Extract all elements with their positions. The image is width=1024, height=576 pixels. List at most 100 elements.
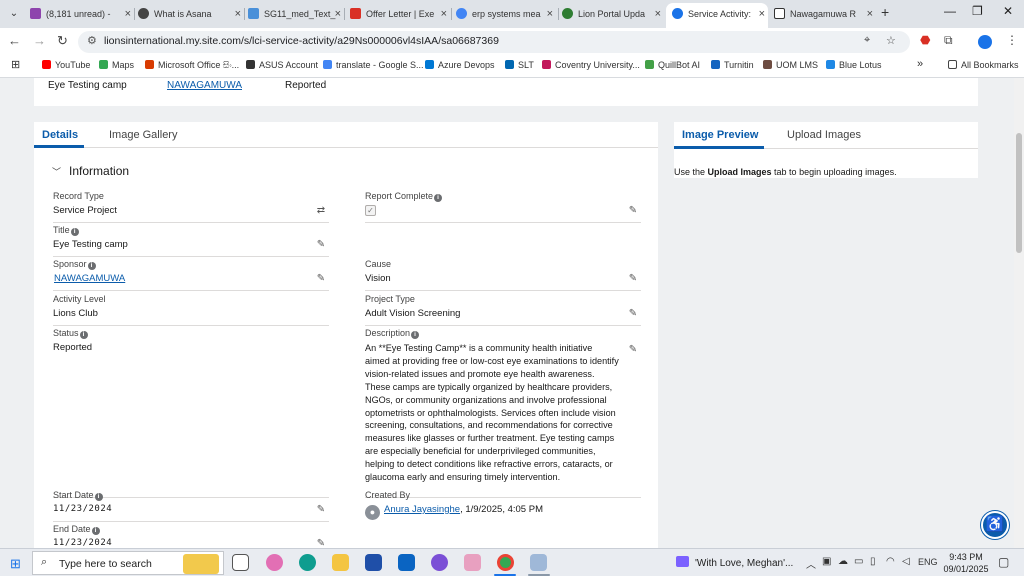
- browser-tab[interactable]: Nawagamuwa R ×: [774, 3, 876, 25]
- browser-tab[interactable]: Offer Letter | Exe ×: [350, 3, 450, 25]
- clock[interactable]: 9:43 PM 09/01/2025: [940, 551, 992, 575]
- accessibility-icon[interactable]: ♿: [981, 511, 1009, 539]
- browser-tab[interactable]: erp systems mea ×: [456, 3, 556, 25]
- bookmarks-overflow-icon[interactable]: »: [917, 58, 923, 70]
- bookmark-item[interactable]: UOM LMS: [763, 60, 818, 70]
- bookmark-item[interactable]: QuillBot AI: [645, 60, 700, 70]
- language-indicator[interactable]: ENG: [918, 557, 938, 567]
- close-window-icon[interactable]: ✕: [1003, 4, 1013, 18]
- location-icon[interactable]: ⌖: [864, 34, 870, 47]
- close-icon[interactable]: ×: [547, 3, 553, 25]
- sponsor-link[interactable]: NAWAGAMUWA: [53, 273, 329, 291]
- extension-shield-icon[interactable]: ⬣: [920, 33, 930, 47]
- notifications-icon[interactable]: ▢: [998, 555, 1009, 569]
- menu-kebab-icon[interactable]: ⋮: [1006, 33, 1018, 47]
- network-icon[interactable]: ▭: [854, 556, 863, 567]
- address-bar[interactable]: ⚙ lionsinternational.my.site.com/s/lci-s…: [78, 31, 910, 53]
- bookmark-item[interactable]: Microsoft Office සිං...: [145, 60, 239, 71]
- tab-search-button[interactable]: ⌄: [4, 4, 24, 24]
- wifi-icon[interactable]: ◠: [886, 556, 895, 567]
- close-icon[interactable]: ×: [655, 3, 661, 25]
- close-icon[interactable]: ×: [441, 3, 447, 25]
- close-icon[interactable]: ×: [125, 3, 131, 25]
- field-title: Title i Eye Testing camp ✎: [53, 225, 329, 257]
- windows-start-icon[interactable]: ⊞: [10, 556, 21, 572]
- outlook-icon[interactable]: [398, 554, 415, 571]
- profile-avatar[interactable]: [978, 35, 992, 49]
- copilot-icon[interactable]: [266, 554, 283, 571]
- edit-pencil-icon[interactable]: ✎: [315, 239, 327, 251]
- bookmark-item[interactable]: ASUS Account: [246, 60, 318, 70]
- minimize-icon[interactable]: —: [944, 4, 956, 18]
- new-tab-button[interactable]: +: [881, 4, 889, 20]
- highlight-sponsor-link[interactable]: NAWAGAMUWA: [167, 80, 242, 91]
- tab-upload-images[interactable]: Upload Images: [787, 129, 861, 141]
- all-bookmarks-button[interactable]: All Bookmarks: [948, 60, 1019, 70]
- apps-grid-icon[interactable]: ⊞: [11, 58, 20, 71]
- browser-tab[interactable]: (8,181 unread) - ×: [30, 3, 134, 25]
- extensions-puzzle-icon[interactable]: ⧉: [944, 33, 953, 48]
- scrollbar-thumb[interactable]: [1016, 133, 1022, 253]
- field-label: Cause: [365, 259, 392, 269]
- task-view-icon[interactable]: [232, 554, 249, 571]
- tab-image-gallery[interactable]: Image Gallery: [109, 129, 177, 141]
- info-icon[interactable]: i: [91, 527, 100, 535]
- info-icon[interactable]: i: [434, 194, 443, 202]
- app-icon[interactable]: [431, 554, 448, 571]
- browser-tab[interactable]: Lion Portal Upda ×: [562, 3, 664, 25]
- created-by-user-link[interactable]: Anura Jayasinghe: [384, 504, 460, 515]
- tab-image-preview[interactable]: Image Preview: [682, 129, 758, 141]
- cloud-icon[interactable]: ☁: [838, 556, 848, 567]
- browser-tab[interactable]: SG11_med_Text_ ×: [248, 3, 344, 25]
- bookmark-item[interactable]: Maps: [99, 60, 134, 70]
- bookmark-item[interactable]: Azure Devops: [425, 60, 495, 70]
- edit-pencil-icon[interactable]: ✎: [315, 273, 327, 285]
- edit-pencil-icon[interactable]: ✎: [627, 344, 639, 356]
- change-record-type-icon[interactable]: ⇄: [315, 205, 327, 217]
- bookmark-item[interactable]: Blue Lotus: [826, 60, 882, 70]
- close-icon[interactable]: ×: [235, 3, 241, 25]
- edit-pencil-icon[interactable]: ✎: [627, 205, 639, 217]
- close-icon[interactable]: ×: [759, 3, 765, 25]
- bookmark-item[interactable]: SLT: [505, 60, 534, 70]
- media-widget[interactable]: 'With Love, Meghan'...: [676, 556, 793, 569]
- taskbar-search[interactable]: ⌕ Type here to search: [32, 551, 224, 575]
- edit-pencil-icon[interactable]: ✎: [315, 538, 327, 548]
- bookmark-item[interactable]: Coventry University...: [542, 60, 640, 70]
- info-icon[interactable]: i: [94, 493, 103, 501]
- browser-tab-active[interactable]: Service Activity: ×: [666, 3, 768, 28]
- app-icon[interactable]: [530, 554, 547, 571]
- bookmark-item[interactable]: YouTube: [42, 60, 90, 70]
- chevron-up-icon[interactable]: ︿: [806, 556, 816, 571]
- tab-details[interactable]: Details: [42, 129, 78, 141]
- edge-icon[interactable]: [299, 554, 316, 571]
- browser-tab[interactable]: What is Asana ×: [138, 3, 244, 25]
- info-icon[interactable]: i: [70, 228, 79, 236]
- info-icon[interactable]: i: [87, 262, 96, 270]
- reload-icon[interactable]: ↻: [57, 33, 68, 49]
- bookmark-star-icon[interactable]: ☆: [886, 34, 896, 47]
- bookmark-item[interactable]: Turnitin: [711, 60, 754, 70]
- edit-pencil-icon[interactable]: ✎: [627, 273, 639, 285]
- close-icon[interactable]: ×: [867, 3, 873, 25]
- chrome-icon[interactable]: [497, 554, 514, 571]
- bookmark-item[interactable]: translate - Google S...: [323, 60, 424, 70]
- info-icon[interactable]: i: [411, 331, 420, 339]
- page-scrollbar[interactable]: [1014, 78, 1024, 548]
- back-icon[interactable]: ←: [8, 33, 21, 48]
- edit-pencil-icon[interactable]: ✎: [627, 308, 639, 320]
- microsoft-store-icon[interactable]: [365, 554, 382, 571]
- forward-icon[interactable]: →: [33, 33, 46, 48]
- site-info-icon[interactable]: ⚙: [87, 34, 97, 47]
- file-explorer-icon[interactable]: [332, 554, 349, 571]
- address-url[interactable]: lionsinternational.my.site.com/s/lci-ser…: [104, 35, 499, 47]
- information-section-toggle[interactable]: ﹀ Information: [52, 164, 129, 178]
- tray-app-icon[interactable]: ▣: [822, 556, 831, 567]
- info-icon[interactable]: i: [79, 331, 88, 339]
- close-icon[interactable]: ×: [335, 3, 341, 25]
- volume-icon[interactable]: ◁: [902, 556, 910, 567]
- restore-icon[interactable]: ❐: [972, 4, 983, 18]
- battery-icon[interactable]: ▯: [870, 556, 876, 567]
- edit-pencil-icon[interactable]: ✎: [315, 504, 327, 516]
- snipping-tool-icon[interactable]: [464, 554, 481, 571]
